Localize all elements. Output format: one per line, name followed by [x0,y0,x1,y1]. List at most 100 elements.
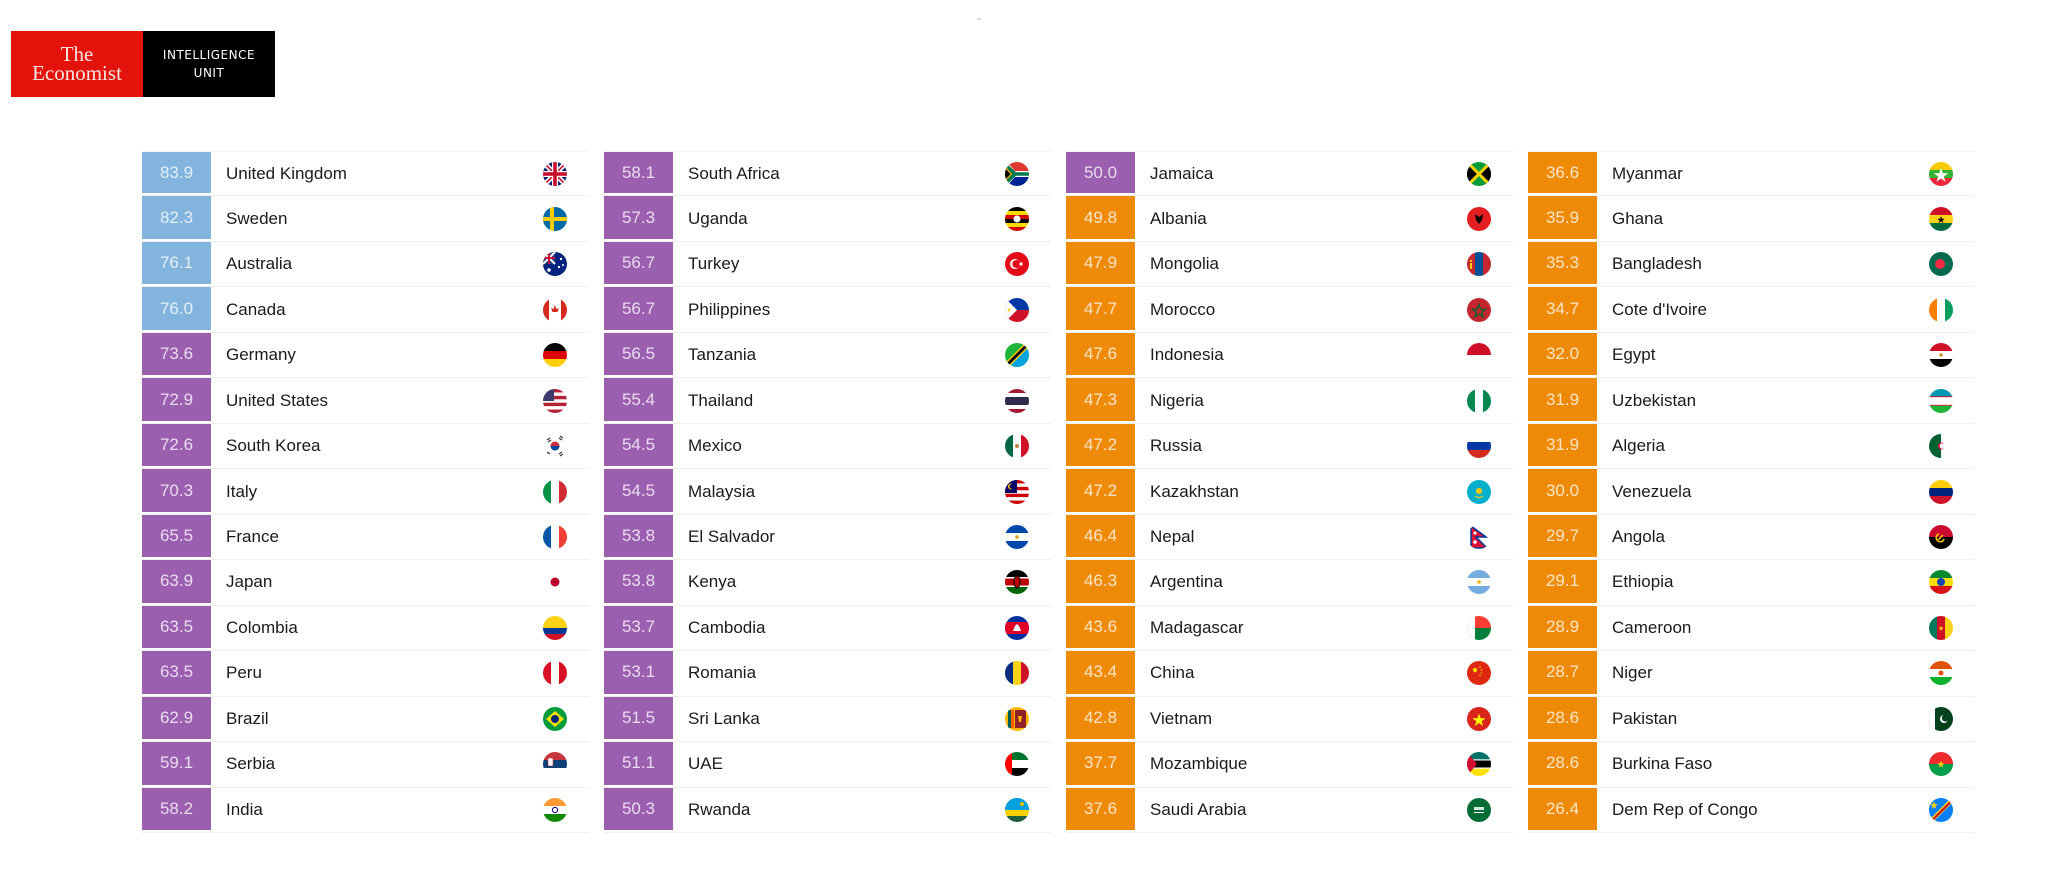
country-name: Pakistan [1612,708,1678,728]
table-row: 32.0 Egypt [1528,332,1975,379]
flag-ke-icon [1005,570,1029,595]
score-cell: 42.8 [1066,696,1135,742]
country-name: Turkey [688,254,740,274]
score-cell: 31.9 [1528,423,1597,469]
country-name: Rwanda [688,799,751,819]
score-value: 50.0 [1083,162,1118,182]
country-name: Colombia [226,617,298,637]
score-value: 47.2 [1083,435,1118,455]
score-cell: 65.5 [142,514,211,560]
score-value: 63.9 [159,571,194,591]
score-value: 56.5 [621,344,656,364]
score-cell: 28.7 [1528,651,1597,696]
score-value: 55.4 [621,389,656,409]
score-value: 53.8 [621,525,656,545]
flag-cd-icon [1929,797,1953,822]
country-name: Albania [1150,208,1207,228]
score-cell: 43.6 [1066,605,1135,651]
country-name: Niger [1612,663,1653,683]
score-value: 56.7 [621,253,656,273]
score-cell: 50.0 [1066,152,1135,196]
country-name: Algeria [1612,436,1665,456]
score-cell: 76.0 [142,287,211,332]
table-column-4: 36.6 Myanmar 35.9 Ghana 35.3 Bangladesh 34.7 Co… [1528,151,1975,834]
country-name: Sweden [226,208,288,228]
country-name: Thailand [688,390,754,410]
score-value: 72.9 [159,389,194,409]
flag-in-icon [543,797,567,822]
score-value: 62.9 [159,707,194,727]
score-value: 83.9 [159,162,194,182]
score-value: 82.3 [159,207,194,227]
table-row: 51.5 Sri Lanka [604,696,1051,743]
country-name: Burkina Faso [1612,754,1713,774]
score-value: 28.9 [1545,616,1580,636]
score-value: 29.1 [1545,571,1580,591]
country-name: Saudi Arabia [1150,799,1247,819]
score-value: 26.4 [1545,798,1580,818]
score-cell: 54.5 [604,423,673,469]
country-name: Vietnam [1150,708,1213,728]
country-name: Venezuela [1612,481,1692,501]
flag-ca-icon [543,297,567,322]
country-name: UAE [688,754,723,774]
country-name: Cameroon [1612,617,1692,637]
table-row: 63.5 Colombia [142,605,589,652]
country-name: South Korea [226,436,321,456]
flag-kz-icon [1467,479,1491,504]
table-row: 47.9 Mongolia [1066,241,1513,288]
score-value: 73.6 [159,344,194,364]
country-name: Cambodia [688,617,766,637]
table-row: 47.6 Indonesia [1066,332,1513,379]
country-name: El Salvador [688,526,775,546]
country-name: Kenya [688,572,737,592]
flag-it-icon [543,479,567,504]
flag-ae-icon [1005,752,1029,777]
flag-et-icon [1929,570,1953,595]
country-name: Peru [226,663,262,683]
table-row: 58.2 India [142,787,589,834]
table-row: 37.7 Mozambique [1066,742,1513,788]
score-cell: 31.9 [1528,378,1597,423]
table-row: 59.1 Serbia [142,742,589,788]
country-name: France [226,526,279,546]
flag-mz-icon [1467,752,1491,777]
score-cell: 59.1 [142,742,211,787]
table-row: 29.1 Ethiopia [1528,560,1975,606]
flag-uz-icon [1929,388,1953,413]
table-row: 34.7 Cote d'Ivoire [1528,287,1975,333]
table-row: 31.9 Algeria [1528,423,1975,470]
score-value: 34.7 [1545,298,1580,318]
flag-kr-icon [543,434,567,459]
flag-pk-icon [1929,706,1953,731]
table-row: 62.9 Brazil [142,696,589,743]
flag-mm-icon [1929,161,1953,186]
score-cell: 57.3 [604,196,673,241]
table-row: 46.4 Nepal [1066,514,1513,561]
score-value: 54.5 [621,480,656,500]
flag-pe-icon [543,661,567,686]
score-cell: 55.4 [604,378,673,423]
flag-kh-icon [1005,615,1029,640]
table-row: 28.6 Burkina Faso [1528,742,1975,788]
flag-ru-icon [1467,434,1491,459]
table-row: 82.3 Sweden [142,196,589,242]
table-row: 72.6 South Korea [142,423,589,470]
table-row: 46.3 Argentina [1066,560,1513,606]
table-row: 47.3 Nigeria [1066,378,1513,424]
flag-tr-icon [1005,252,1029,277]
table-row: 56.5 Tanzania [604,332,1051,379]
logo-text-economist: Economist [32,61,122,85]
table-row: 49.8 Albania [1066,196,1513,242]
score-value: 42.8 [1083,707,1118,727]
table-row: 29.7 Angola [1528,514,1975,561]
table-row: 73.6 Germany [142,332,589,379]
country-name: Italy [226,481,258,501]
score-cell: 28.6 [1528,696,1597,742]
country-name: United States [226,390,329,410]
logo-text-intelligence: INTELLIGENCE [162,48,256,62]
score-cell: 47.9 [1066,241,1135,287]
table-row: 47.7 Morocco [1066,287,1513,333]
flag-ug-icon [1005,206,1029,231]
table-row: 53.8 El Salvador [604,514,1051,561]
